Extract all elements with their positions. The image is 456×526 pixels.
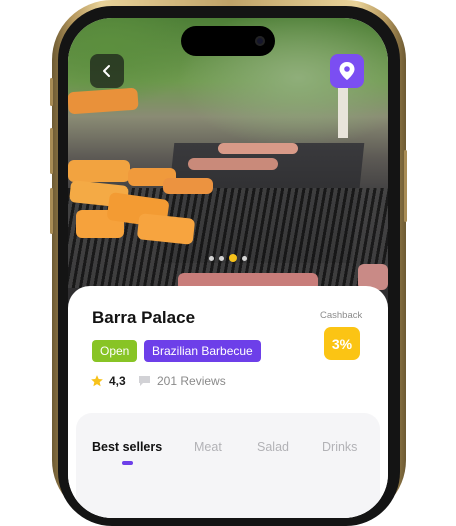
rating-value: 4,3 <box>109 374 126 388</box>
tab-drinks[interactable]: Drinks <box>322 440 357 454</box>
grilled-meat <box>68 87 139 115</box>
tab-meat[interactable]: Meat <box>194 440 222 454</box>
front-camera <box>255 36 265 46</box>
chat-bubble-icon <box>139 376 150 386</box>
cashback-label: Cashback <box>320 310 363 321</box>
restaurant-info-card: Barra Palace Open Brazilian Barbecue 4,3… <box>68 286 388 518</box>
carousel-dot[interactable] <box>219 255 224 261</box>
location-pin-icon <box>339 62 355 80</box>
menu-tabs: Best sellers Meat Salad Drinks <box>76 413 380 518</box>
restaurant-name: Barra Palace <box>92 308 196 327</box>
rating: 4,3 <box>90 374 126 388</box>
carousel-dot[interactable] <box>209 255 214 261</box>
reviews-link[interactable]: 201 Reviews <box>138 374 226 388</box>
grilled-meat <box>163 178 213 194</box>
tab-best-sellers[interactable]: Best sellers <box>92 440 162 454</box>
category-badge: Brazilian Barbecue <box>144 340 261 362</box>
volume-up-button <box>50 128 53 174</box>
status-badge: Open <box>92 340 138 362</box>
phone-screen: Barra Palace Open Brazilian Barbecue 4,3… <box>68 18 388 518</box>
grilled-sausage <box>218 143 298 154</box>
restaurant-hero-image <box>68 18 388 308</box>
dynamic-island <box>181 26 275 56</box>
reviews-count: 201 Reviews <box>157 374 226 388</box>
carousel-dot[interactable] <box>242 255 247 261</box>
carousel-dot-active[interactable] <box>229 254 237 262</box>
grilled-meat <box>68 160 130 182</box>
carousel-indicator <box>68 254 388 262</box>
chevron-left-icon <box>103 65 110 77</box>
star-icon <box>91 375 103 387</box>
active-tab-indicator <box>122 461 133 465</box>
action-button <box>50 78 53 106</box>
grilled-sausage <box>188 158 278 170</box>
tab-salad[interactable]: Salad <box>257 440 289 454</box>
back-button[interactable] <box>90 54 124 88</box>
volume-down-button <box>50 188 53 234</box>
location-button[interactable] <box>330 54 364 88</box>
cashback-badge: 3% <box>324 327 360 360</box>
power-button <box>404 150 407 222</box>
